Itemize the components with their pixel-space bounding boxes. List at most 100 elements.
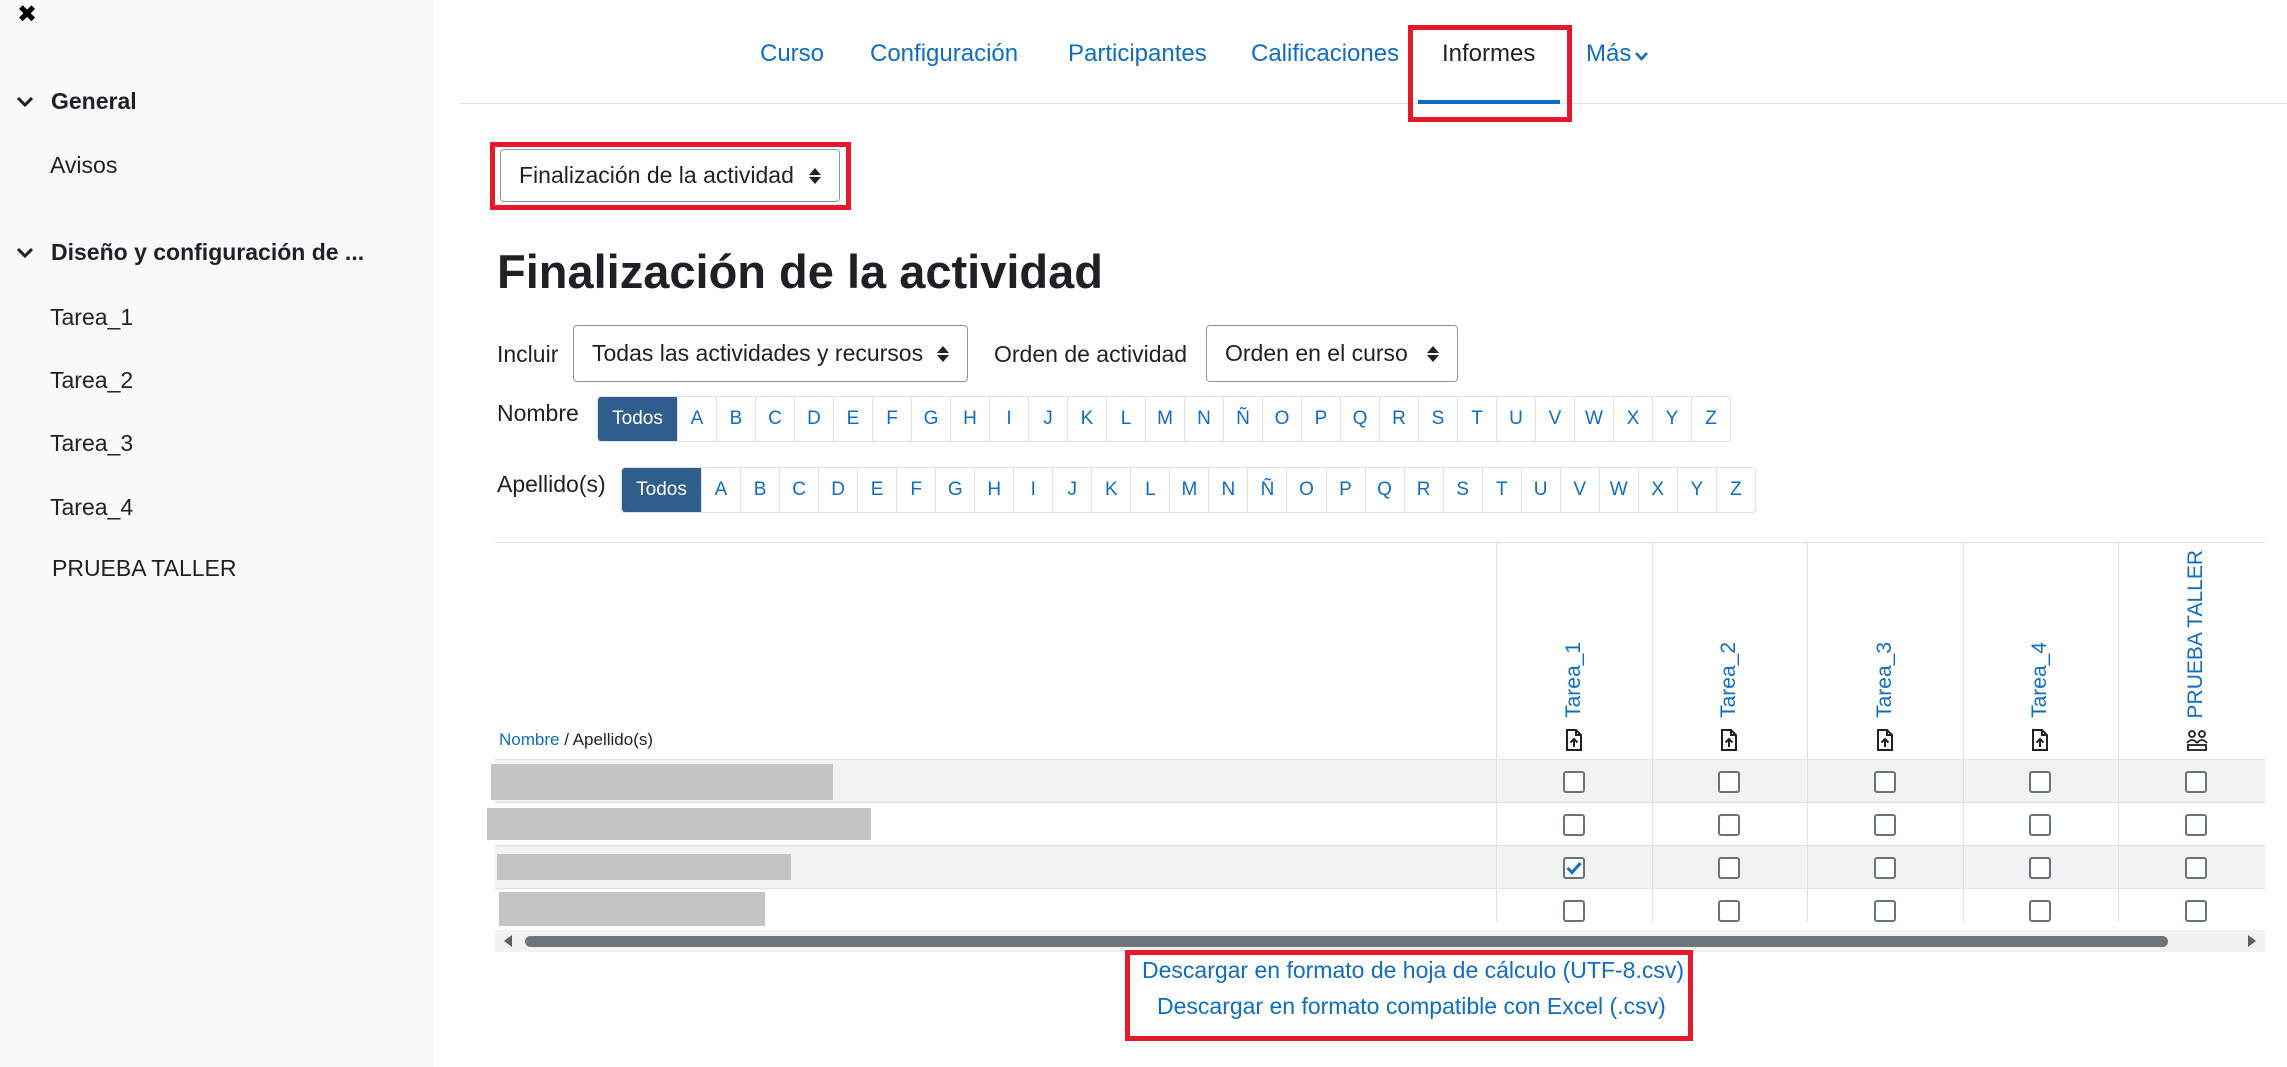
firstname-initial-letter-l[interactable]: L xyxy=(1106,397,1145,441)
firstname-initial-letter-w[interactable]: W xyxy=(1574,397,1613,441)
firstname-initial-letter-s[interactable]: S xyxy=(1418,397,1457,441)
scroll-right-icon[interactable] xyxy=(2248,935,2256,947)
lastname-initial-letter-x[interactable]: X xyxy=(1637,468,1677,512)
tab-curso[interactable]: Curso xyxy=(760,40,824,68)
activity-link[interactable]: Tarea_4 xyxy=(2028,642,2052,718)
lastname-initial-letter-g[interactable]: G xyxy=(935,468,974,512)
lastname-initial-letter-ñ[interactable]: Ñ xyxy=(1247,468,1286,512)
lastname-initial-letter-i[interactable]: I xyxy=(1013,468,1052,512)
firstname-initial-letter-o[interactable]: O xyxy=(1262,397,1301,441)
activity-link[interactable]: PRUEBA TALLER xyxy=(2184,550,2208,718)
sidebar-item-avisos[interactable]: Avisos xyxy=(50,152,117,179)
sidebar-item-prueba-taller[interactable]: PRUEBA TALLER xyxy=(52,555,237,582)
lastname-initial-letter-w[interactable]: W xyxy=(1598,468,1638,512)
close-drawer-button[interactable]: ✖ xyxy=(14,0,40,28)
completion-checkbox[interactable] xyxy=(2029,814,2052,836)
firstname-initial-letter-d[interactable]: D xyxy=(794,397,833,441)
firstname-initial-letter-g[interactable]: G xyxy=(911,397,950,441)
sort-by-lastname-label[interactable]: Apellido(s) xyxy=(573,730,653,749)
lastname-initial-letter-s[interactable]: S xyxy=(1442,468,1482,512)
firstname-initial-letter-n[interactable]: N xyxy=(1184,397,1223,441)
firstname-initial-letter-u[interactable]: U xyxy=(1496,397,1535,441)
firstname-initial-letter-m[interactable]: M xyxy=(1145,397,1184,441)
tab-participantes[interactable]: Participantes xyxy=(1068,40,1207,68)
lastname-initial-letter-q[interactable]: Q xyxy=(1364,468,1404,512)
lastname-initial-letter-h[interactable]: H xyxy=(974,468,1013,512)
firstname-initial-letter-i[interactable]: I xyxy=(989,397,1028,441)
completion-checkbox[interactable] xyxy=(1562,900,1585,922)
lastname-initial-letter-z[interactable]: Z xyxy=(1715,468,1755,512)
completion-checkbox[interactable] xyxy=(1718,857,1741,879)
firstname-initial-all-button[interactable]: Todos xyxy=(598,397,677,441)
section-diseno[interactable]: Diseño y configuración de ... xyxy=(14,239,364,266)
lastname-initial-letter-v[interactable]: V xyxy=(1559,468,1599,512)
tab-mas[interactable]: Más xyxy=(1586,40,1649,68)
firstname-initial-letter-f[interactable]: F xyxy=(872,397,911,441)
lastname-initial-letter-t[interactable]: T xyxy=(1481,468,1521,512)
tab-informes[interactable]: Informes xyxy=(1442,40,1535,68)
sidebar-item-tarea-4[interactable]: Tarea_4 xyxy=(50,494,133,521)
download-utf8-csv-link[interactable]: Descargar en formato de hoja de cálculo … xyxy=(1142,957,1684,984)
completion-checkbox[interactable] xyxy=(1718,814,1741,836)
completion-checkbox[interactable] xyxy=(1873,814,1896,836)
completion-checkbox[interactable] xyxy=(1873,857,1896,879)
completion-checkbox[interactable] xyxy=(2029,900,2052,922)
lastname-initial-letter-c[interactable]: C xyxy=(779,468,818,512)
lastname-initial-letter-j[interactable]: J xyxy=(1052,468,1091,512)
lastname-initial-letter-o[interactable]: O xyxy=(1286,468,1325,512)
lastname-initial-letter-p[interactable]: P xyxy=(1325,468,1365,512)
activity-link[interactable]: Tarea_1 xyxy=(1562,642,1586,718)
lastname-initial-letter-y[interactable]: Y xyxy=(1676,468,1716,512)
completion-checkbox[interactable] xyxy=(1718,900,1741,922)
completion-checkbox[interactable] xyxy=(2029,771,2052,793)
sidebar-item-tarea-1[interactable]: Tarea_1 xyxy=(50,304,133,331)
sort-by-firstname-link[interactable]: Nombre xyxy=(499,730,559,749)
completion-checkbox[interactable] xyxy=(2184,814,2207,836)
firstname-initial-letter-p[interactable]: P xyxy=(1301,397,1340,441)
firstname-initial-letter-x[interactable]: X xyxy=(1613,397,1652,441)
completion-checkbox[interactable] xyxy=(2029,857,2052,879)
completion-checkbox[interactable] xyxy=(2184,857,2207,879)
horizontal-scrollbar[interactable] xyxy=(495,930,2265,952)
completion-checkbox[interactable] xyxy=(1873,771,1896,793)
firstname-initial-letter-ñ[interactable]: Ñ xyxy=(1223,397,1262,441)
firstname-initial-letter-q[interactable]: Q xyxy=(1340,397,1379,441)
completion-checkbox[interactable] xyxy=(1562,857,1585,879)
include-select[interactable]: Todas las actividades y recursos xyxy=(573,325,968,382)
lastname-initial-letter-u[interactable]: U xyxy=(1520,468,1560,512)
firstname-initial-letter-t[interactable]: T xyxy=(1457,397,1496,441)
scroll-left-icon[interactable] xyxy=(504,935,512,947)
tab-calificaciones[interactable]: Calificaciones xyxy=(1251,40,1399,68)
lastname-initial-letter-d[interactable]: D xyxy=(818,468,857,512)
firstname-initial-letter-c[interactable]: C xyxy=(755,397,794,441)
lastname-initial-letter-n[interactable]: N xyxy=(1208,468,1247,512)
firstname-initial-letter-h[interactable]: H xyxy=(950,397,989,441)
lastname-initial-letter-f[interactable]: F xyxy=(896,468,935,512)
scrollbar-thumb[interactable] xyxy=(525,936,2168,947)
firstname-initial-letter-e[interactable]: E xyxy=(833,397,872,441)
sidebar-item-tarea-2[interactable]: Tarea_2 xyxy=(50,367,133,394)
completion-checkbox[interactable] xyxy=(2184,900,2207,922)
tab-configuracion[interactable]: Configuración xyxy=(870,40,1018,68)
completion-checkbox[interactable] xyxy=(1718,771,1741,793)
activity-link[interactable]: Tarea_3 xyxy=(1873,642,1897,718)
section-general[interactable]: General xyxy=(14,88,137,115)
completion-checkbox[interactable] xyxy=(1562,814,1585,836)
firstname-initial-letter-z[interactable]: Z xyxy=(1691,397,1730,441)
lastname-initial-letter-k[interactable]: K xyxy=(1091,468,1130,512)
lastname-initial-letter-r[interactable]: R xyxy=(1403,468,1443,512)
firstname-initial-letter-v[interactable]: V xyxy=(1535,397,1574,441)
completion-checkbox[interactable] xyxy=(1873,900,1896,922)
order-select[interactable]: Orden en el curso xyxy=(1206,325,1458,382)
firstname-initial-letter-r[interactable]: R xyxy=(1379,397,1418,441)
firstname-initial-letter-y[interactable]: Y xyxy=(1652,397,1691,441)
download-excel-csv-link[interactable]: Descargar en formato compatible con Exce… xyxy=(1157,993,1666,1020)
sidebar-item-tarea-3[interactable]: Tarea_3 xyxy=(50,430,133,457)
firstname-initial-letter-b[interactable]: B xyxy=(716,397,755,441)
lastname-initial-all-button[interactable]: Todos xyxy=(622,468,701,512)
firstname-initial-letter-j[interactable]: J xyxy=(1028,397,1067,441)
report-selector[interactable]: Finalización de la actividad xyxy=(500,149,840,202)
lastname-initial-letter-a[interactable]: A xyxy=(701,468,740,512)
activity-link[interactable]: Tarea_2 xyxy=(1717,642,1741,718)
lastname-initial-letter-e[interactable]: E xyxy=(857,468,896,512)
